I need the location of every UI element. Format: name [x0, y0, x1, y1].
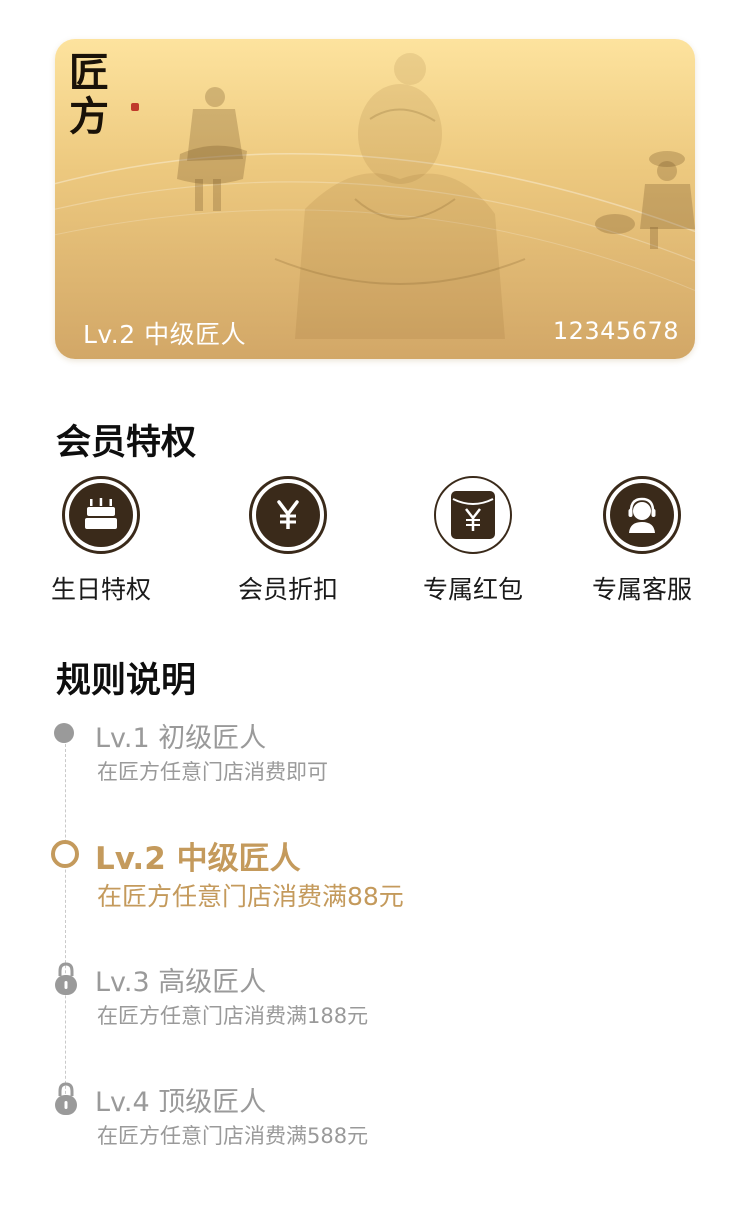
- privilege-label: 专属红包: [422, 575, 523, 604]
- red-envelope-icon: [441, 483, 505, 547]
- privilege-red-envelope[interactable]: 专属红包: [398, 476, 548, 606]
- logo-char-1: 匠: [69, 49, 109, 96]
- customer-service-icon: [610, 483, 674, 547]
- card-level-label: Lv.2 中级匠人: [83, 320, 247, 349]
- privilege-birthday[interactable]: 生日特权: [26, 476, 176, 606]
- privilege-discount[interactable]: 会员折扣: [213, 476, 363, 606]
- brand-logo: 匠 方: [69, 49, 139, 140]
- birthday-cake-icon: [69, 483, 133, 547]
- level-4-title: Lv.4 顶级匠人: [95, 1087, 267, 1118]
- current-level-ring-icon: [51, 840, 79, 868]
- lock-icon: [55, 1082, 77, 1115]
- lock-icon: [55, 962, 77, 995]
- level-1-title: Lv.1 初级匠人: [95, 723, 267, 754]
- card-illustration: [55, 53, 695, 339]
- privilege-icon-ring: [434, 476, 512, 554]
- privilege-customer-service[interactable]: 专属客服: [567, 476, 717, 606]
- level-4-desc: 在匠方任意门店消费满588元: [97, 1124, 369, 1148]
- privilege-label: 生日特权: [50, 575, 151, 604]
- logo-char-2: 方: [69, 93, 109, 140]
- seal-stamp: [131, 103, 139, 111]
- rules-title: 规则说明: [56, 661, 197, 701]
- card-number: 12345678: [552, 317, 679, 345]
- privilege-label: 专属客服: [591, 575, 692, 604]
- level-2-desc: 在匠方任意门店消费满88元: [97, 882, 404, 911]
- level-1-desc: 在匠方任意门店消费即可: [97, 760, 328, 784]
- privileges-title: 会员特权: [56, 423, 197, 463]
- achieved-dot-icon: [54, 723, 74, 743]
- level-2-title: Lv.2 中级匠人: [95, 841, 301, 877]
- level-3-title: Lv.3 高级匠人: [95, 967, 267, 998]
- level-3-desc: 在匠方任意门店消费满188元: [97, 1004, 369, 1028]
- member-card[interactable]: 匠 方 Lv.2 中级匠人 12345678: [55, 39, 695, 359]
- timeline-line: [65, 744, 66, 1114]
- privilege-icon-ring: [249, 476, 327, 554]
- yen-icon: [256, 483, 320, 547]
- privilege-label: 会员折扣: [237, 575, 338, 604]
- privilege-icon-ring: [62, 476, 140, 554]
- privilege-icon-ring: [603, 476, 681, 554]
